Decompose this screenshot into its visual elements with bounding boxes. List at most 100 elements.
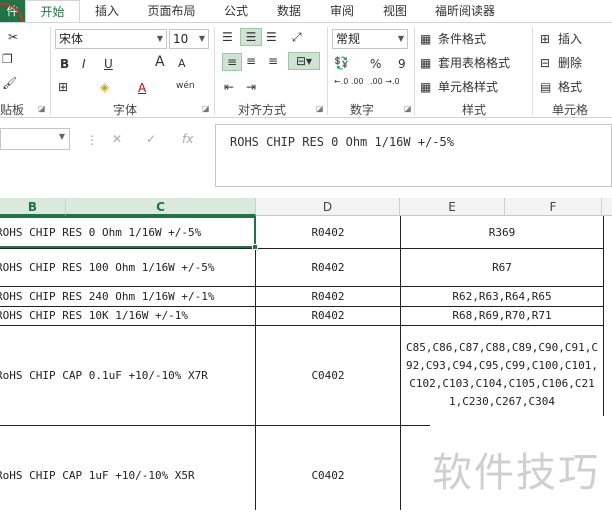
tab-page-layout[interactable]: 页面布局 [144, 0, 199, 22]
shrink-font-button[interactable]: A [178, 55, 186, 73]
decrease-indent-icon[interactable]: ⇤ [224, 79, 234, 95]
group-divider [214, 27, 215, 115]
percent-button[interactable]: % [370, 55, 381, 73]
tab-insert[interactable]: 插入 [92, 0, 122, 22]
chevron-down-icon: ▼ [198, 34, 205, 43]
decrease-decimal-button[interactable]: .00 →.0 [370, 77, 400, 87]
format-painter-icon[interactable]: 🖌 [2, 75, 17, 91]
group-divider [50, 27, 51, 115]
format-as-table-icon: ▦ [420, 56, 432, 70]
group-divider [414, 27, 415, 115]
cell-description[interactable]: RoHS CHIP CAP 0.1uF +10/-10% X7R [0, 325, 254, 425]
cell-description[interactable]: RoHS CHIP CAP 1uF +10/-10% X5R [0, 425, 254, 525]
cell-reference[interactable]: R67 [401, 248, 603, 286]
number-format-value: 常规 [336, 32, 361, 46]
active-cell-selection [0, 216, 256, 248]
insert-function-button[interactable]: fx [182, 131, 193, 147]
ribbon: ✂ ❐ 🖌 贴板 ◪ 宋体 ▼ 10 ▼ B I U A A ⊞ ◈ A wén 字… [0, 22, 612, 118]
chevron-down-icon: ▼ [397, 34, 404, 43]
formula-buttons: ✕ ✓ fx [80, 128, 210, 150]
name-box[interactable]: ▼ [0, 128, 70, 150]
align-top-icon[interactable]: ☰ [222, 29, 233, 45]
cell-description[interactable]: ROHS CHIP RES 240 Ohm 1/16W +/-1% [0, 286, 254, 306]
clipboard-launcher-icon[interactable]: ◪ [38, 104, 46, 113]
column-border [603, 216, 604, 416]
cell-reference[interactable]: R369 [401, 216, 603, 248]
font-size-combo[interactable]: 10 ▼ [169, 29, 209, 49]
cell-reference[interactable]: C85,C86,C87,C88,C89,C90,C91,C92,C93,C94,… [401, 325, 603, 425]
conditional-format-button[interactable]: 条件格式 [438, 30, 486, 48]
tab-home[interactable]: 开始 [25, 0, 80, 23]
cell-description[interactable]: ROHS CHIP RES 100 Ohm 1/16W +/-5% [0, 248, 254, 286]
align-bottom-icon[interactable]: ☰ [266, 29, 277, 45]
align-middle-icon[interactable]: ☰ [240, 28, 262, 46]
insert-cells-icon: ⊞ [540, 32, 551, 46]
fill-color-icon[interactable]: ◈ [100, 79, 109, 95]
format-as-table-button[interactable]: 套用表格格式 [438, 54, 510, 72]
column-header-d[interactable]: D [256, 198, 400, 216]
number-format-combo[interactable]: 常规 ▼ [332, 29, 408, 49]
ribbon-tab-bar: 件 开始 插入 页面布局 公式 数据 审阅 视图 福昕阅读器 [0, 0, 612, 23]
cell-reference[interactable]: R62,R63,R64,R65 [401, 286, 603, 306]
chevron-down-icon: ▼ [58, 132, 65, 141]
number-launcher-icon[interactable]: ◪ [404, 104, 412, 113]
align-left-icon[interactable]: ≡ [222, 53, 242, 71]
cell-package[interactable]: C0402 [256, 325, 400, 425]
format-button[interactable]: 格式 [558, 78, 582, 96]
insert-button[interactable]: 插入 [558, 30, 582, 48]
tab-formulas[interactable]: 公式 [221, 0, 251, 22]
underline-button[interactable]: U [104, 55, 113, 73]
delete-button[interactable]: 删除 [558, 54, 582, 72]
tab-view[interactable]: 视图 [380, 0, 410, 22]
delete-cells-icon: ⊟ [540, 56, 551, 70]
format-cells-icon: ▤ [540, 80, 552, 94]
cell-package[interactable]: R0402 [256, 216, 400, 248]
tab-data[interactable]: 数据 [274, 0, 304, 22]
increase-indent-icon[interactable]: ⇥ [246, 79, 256, 95]
font-color-button[interactable]: A [138, 79, 146, 97]
fill-handle[interactable] [252, 244, 258, 250]
merge-center-icon[interactable]: ⊟▾ [288, 52, 320, 70]
font-group-label: 字体 [113, 103, 138, 117]
column-header-b[interactable]: B [0, 198, 66, 216]
align-right-icon[interactable]: ≡ [268, 53, 278, 69]
borders-icon[interactable]: ⊞ [58, 79, 68, 95]
phonetic-button[interactable]: wén [176, 77, 195, 95]
row-border [0, 248, 603, 249]
bold-button[interactable]: B [60, 55, 69, 73]
watermark: 软件技巧 [432, 450, 600, 496]
cut-icon[interactable]: ✂ [8, 29, 18, 45]
cell-styles-button[interactable]: 单元格样式 [438, 78, 498, 96]
cancel-button[interactable]: ✕ [112, 131, 122, 147]
cell-package[interactable]: R0402 [256, 306, 400, 325]
tab-review[interactable]: 审阅 [327, 0, 357, 22]
grow-font-button[interactable]: A [155, 53, 165, 71]
increase-decimal-button[interactable]: ←.0 .00 [334, 77, 364, 87]
currency-icon[interactable]: 💱 [334, 55, 349, 71]
orientation-icon[interactable]: ⤢ [292, 29, 302, 45]
row-border [0, 286, 603, 287]
column-header-c[interactable]: C [66, 198, 256, 216]
alignment-launcher-icon[interactable]: ◪ [316, 104, 324, 113]
cell-package[interactable]: C0402 [256, 425, 400, 525]
font-size-value: 10 [173, 32, 189, 46]
tab-foxit-reader[interactable]: 福昕阅读器 [432, 0, 498, 22]
cell-package[interactable]: R0402 [256, 248, 400, 286]
column-border [400, 216, 401, 510]
font-launcher-icon[interactable]: ◪ [202, 104, 210, 113]
italic-button[interactable]: I [82, 55, 86, 73]
column-header-e[interactable]: E [400, 198, 505, 216]
alignment-group-label: 对齐方式 [238, 103, 287, 117]
comma-style-button[interactable]: 9 [398, 55, 406, 73]
cell-package[interactable]: R0402 [256, 286, 400, 306]
enter-button[interactable]: ✓ [146, 131, 156, 147]
cell-description[interactable]: ROHS CHIP RES 10K 1/16W +/-1% [0, 306, 254, 325]
conditional-format-icon: ▦ [420, 32, 432, 46]
cell-reference[interactable]: R68,R69,R70,R71 [401, 306, 603, 325]
copy-icon[interactable]: ❐ [2, 51, 13, 67]
column-header-f[interactable]: F [505, 198, 602, 216]
row-border [0, 325, 603, 326]
font-name-combo[interactable]: 宋体 ▼ [55, 29, 167, 49]
align-center-icon[interactable]: ≡ [246, 53, 256, 69]
formula-input[interactable]: ROHS CHIP RES 0 Ohm 1/16W +/-5% [215, 124, 612, 187]
